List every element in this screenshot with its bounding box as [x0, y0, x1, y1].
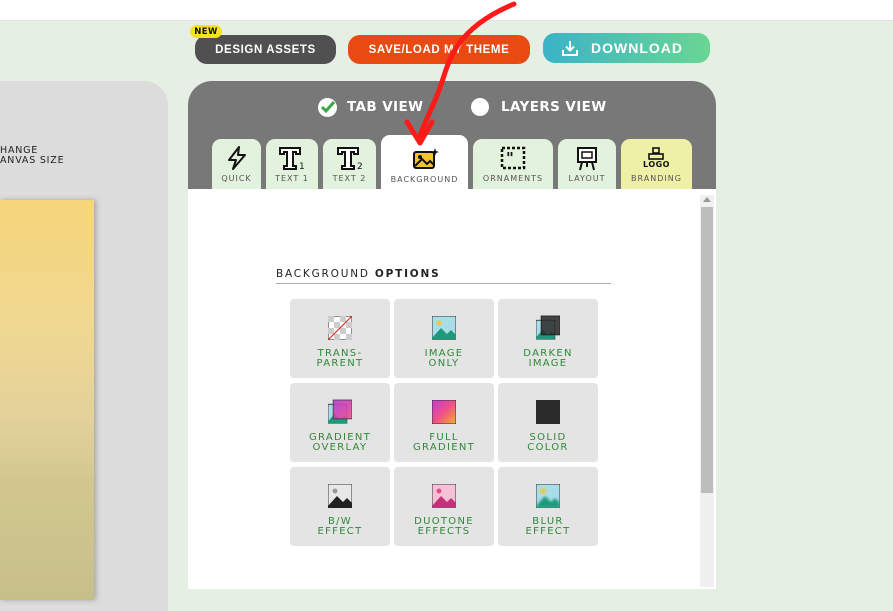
tab-ornaments[interactable]: " ORNAMENTS: [473, 139, 553, 189]
radio-icon: [471, 98, 489, 116]
section-title-bold: OPTIONS: [374, 268, 441, 280]
logo-stamp-icon: LOGO: [643, 145, 670, 171]
option-label: B/W EFFECT: [317, 516, 363, 537]
download-label: DOWNLOAD: [591, 40, 683, 56]
option-full-gradient[interactable]: FULL GRADIENT: [394, 383, 494, 462]
tab-background[interactable]: BACKGROUND: [381, 135, 468, 190]
background-icon: [410, 146, 440, 172]
new-badge: NEW: [190, 25, 222, 38]
tab-branding[interactable]: LOGO BRANDING: [621, 139, 692, 189]
save-load-theme-button[interactable]: SAVE/LOAD MY THEME: [348, 35, 530, 64]
bw-effect-icon: [328, 484, 352, 508]
download-icon: [561, 39, 579, 57]
option-label: DUOTONE EFFECTS: [414, 516, 474, 537]
layers-view-option[interactable]: LAYERS VIEW: [471, 97, 607, 117]
option-bw-effect[interactable]: B/W EFFECT: [290, 467, 390, 546]
section-title-prefix: BACKGROUND: [276, 268, 375, 280]
option-gradient-overlay[interactable]: GRADIENT OVERLAY: [290, 383, 390, 462]
image-icon: [432, 316, 456, 340]
tab-ornaments-label: ORNAMENTS: [482, 174, 544, 183]
background-options-title: BACKGROUND OPTIONS: [276, 268, 611, 284]
svg-text:2: 2: [357, 162, 363, 170]
option-label: BLUR EFFECT: [525, 516, 571, 537]
option-label: IMAGE ONLY: [424, 348, 464, 369]
darken-image-icon: [536, 315, 560, 340]
transparent-icon: [328, 316, 352, 340]
gradient-overlay-icon: [328, 399, 352, 424]
option-label: TRANS- PARENT: [316, 348, 364, 369]
tab-background-label: BACKGROUND: [390, 175, 459, 184]
option-duotone-effects[interactable]: DUOTONE EFFECTS: [394, 467, 494, 546]
lightning-icon: [225, 145, 249, 171]
option-transparent[interactable]: TRANS- PARENT: [290, 299, 390, 378]
full-gradient-icon: [432, 400, 456, 424]
text2-icon: 2: [336, 145, 364, 171]
change-canvas-size-link[interactable]: HANGE ANVAS SIZE: [0, 146, 70, 166]
text1-icon: 1: [278, 145, 306, 171]
tab-layout[interactable]: LAYOUT: [558, 139, 616, 189]
canvas-preview-image[interactable]: [0, 200, 94, 600]
ornaments-icon: ": [500, 145, 526, 171]
download-button[interactable]: DOWNLOAD: [543, 33, 710, 63]
logo-icon-text: LOGO: [643, 160, 670, 169]
solid-color-icon: [536, 400, 560, 424]
tab-quick-label: QUICK: [221, 174, 252, 183]
easel-icon: [575, 145, 599, 171]
scrollbar-thumb[interactable]: [701, 207, 713, 493]
svg-text:": ": [506, 149, 514, 167]
option-image-only[interactable]: IMAGE ONLY: [394, 299, 494, 378]
tab-branding-label: BRANDING: [631, 174, 682, 183]
option-label: SOLID COLOR: [527, 432, 569, 453]
tab-view-label: TAB VIEW: [347, 99, 424, 115]
blur-effect-icon: [536, 484, 560, 508]
option-blur-effect[interactable]: BLUR EFFECT: [498, 467, 598, 546]
svg-text:1: 1: [299, 162, 305, 170]
tab-text-1[interactable]: 1 TEXT 1: [266, 139, 318, 189]
option-label: GRADIENT OVERLAY: [308, 432, 372, 453]
change-size-line2: ANVAS SIZE: [0, 155, 65, 166]
top-strip: [0, 0, 893, 21]
tab-layout-label: LAYOUT: [568, 174, 606, 183]
duotone-icon: [432, 484, 456, 508]
layers-view-label: LAYERS VIEW: [501, 99, 607, 115]
tab-text-2[interactable]: 2 TEXT 2: [323, 139, 376, 189]
option-solid-color[interactable]: SOLID COLOR: [498, 383, 598, 462]
tab-view-option[interactable]: TAB VIEW: [318, 97, 423, 117]
checkmark-icon: [318, 97, 337, 117]
tab-text-1-label: TEXT 1: [275, 174, 309, 183]
option-label: DARKEN IMAGE: [523, 348, 573, 369]
scroll-up-arrow-icon[interactable]: [703, 197, 711, 202]
design-assets-button[interactable]: DESIGN ASSETS: [195, 35, 336, 64]
option-darken-image[interactable]: DARKEN IMAGE: [498, 299, 598, 378]
tab-quick[interactable]: QUICK: [212, 139, 261, 189]
option-label: FULL GRADIENT: [412, 432, 476, 453]
tab-text-2-label: TEXT 2: [332, 174, 367, 183]
